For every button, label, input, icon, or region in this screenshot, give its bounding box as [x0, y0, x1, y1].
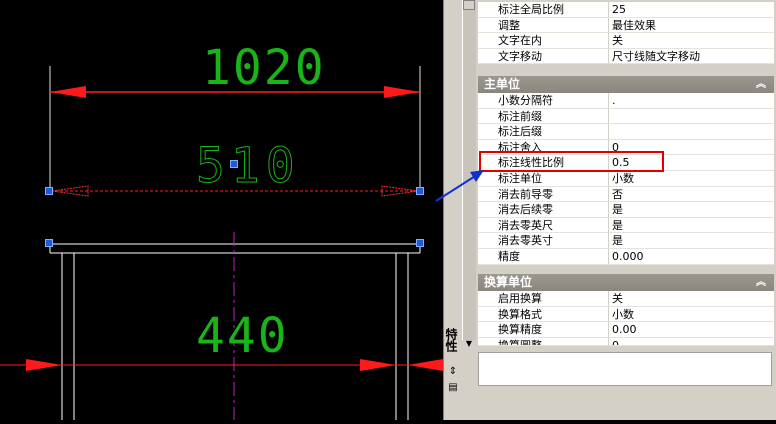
grip-ext-left[interactable] [45, 239, 53, 247]
row-alt-format[interactable]: 换算格式 小数 [478, 306, 774, 323]
grip-mid-left[interactable] [45, 187, 53, 195]
description-box [478, 352, 772, 386]
dim-text-1020: 1020 [202, 40, 326, 96]
palette-sidebar: ▼ 特性 ⇕ ▤ [444, 0, 476, 420]
properties-menu-icon[interactable]: ▤ [447, 382, 459, 394]
row-units[interactable]: 标注单位 小数 [478, 170, 774, 187]
row-decimal-separator[interactable]: 小数分隔符. [478, 93, 774, 109]
collapse-chevron-icon[interactable]: ︽ [756, 76, 766, 93]
grip-mid-right[interactable] [416, 187, 424, 195]
rows-top: 标注全局比例 25 调整 最佳效果 文字在内关 文字移动 尺寸线随文字移动 [478, 2, 774, 65]
dim-text-510: 510 [196, 138, 301, 195]
scrollbar-thumb[interactable] [463, 0, 475, 10]
dim-text-440: 440 [196, 308, 289, 364]
callout-arrow-head [436, 170, 484, 202]
row-suppress-inches[interactable]: 消去零英寸是 [478, 233, 774, 249]
autohide-icon[interactable]: ⇕ [447, 366, 459, 378]
collapse-chevron-icon[interactable]: ︽ [756, 274, 766, 291]
properties-palette: ▼ 特性 ⇕ ▤ 标注全局比例 25 调整 最佳效果 文字在内关 文字移动 尺寸线随文… [443, 0, 776, 420]
row-text-inside[interactable]: 文字在内关 [478, 33, 774, 49]
row-alt-enabled[interactable]: 启用换算关 [478, 291, 774, 307]
row-alt-round[interactable]: 换算圆整 0 [478, 337, 774, 346]
row-suffix[interactable]: 标注后缀 [478, 124, 774, 140]
row-prefix[interactable]: 标注前缀 [478, 108, 774, 125]
arrow-top-left [50, 86, 86, 98]
row-precision[interactable]: 精度 0.000 [478, 248, 774, 265]
row-alt-precision[interactable]: 换算精度 0.00 [478, 322, 774, 338]
row-fit[interactable]: 调整 最佳效果 [478, 17, 774, 34]
grip-text[interactable] [230, 160, 238, 168]
row-global-scale[interactable]: 标注全局比例 25 [478, 2, 774, 18]
drawing-canvas[interactable]: 1020 510 440 [0, 0, 479, 420]
palette-title: 特性 [444, 328, 458, 352]
row-suppress-feet[interactable]: 消去零英尺是 [478, 217, 774, 234]
grip-ext-right[interactable] [416, 239, 424, 247]
section-header-primary[interactable]: 主单位 ︽ [478, 76, 774, 93]
row-text-movement[interactable]: 文字移动 尺寸线随文字移动 [478, 48, 774, 65]
scroll-down-icon[interactable]: ▼ [462, 338, 476, 350]
highlight-box [479, 151, 664, 172]
arrow-bottom-right-outer [408, 359, 443, 371]
section-alt-units: 换算单位 ︽ 启用换算关 换算格式 小数 换算精度 0.00 换算圆整 0 [478, 272, 774, 346]
arrow-bottom-right [360, 359, 396, 371]
row-suppress-leading[interactable]: 消去前导零否 [478, 186, 774, 203]
arrow-bottom-left [26, 359, 62, 371]
section-header-alt[interactable]: 换算单位 ︽ [478, 274, 774, 291]
arrow-top-right [384, 86, 420, 98]
row-suppress-trailing[interactable]: 消去后续零是 [478, 202, 774, 218]
